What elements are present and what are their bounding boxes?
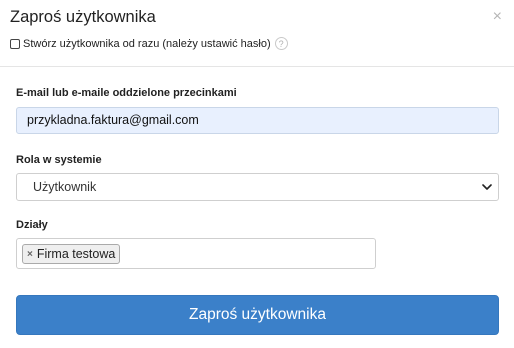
email-input[interactable]: przykladna.faktura@gmail.com	[16, 107, 499, 134]
departments-label: Działy	[16, 219, 48, 231]
dialog-header: Zaproś użytkownika × Stwórz użytkownika …	[0, 0, 514, 67]
chevron-down-icon	[482, 184, 492, 190]
departments-input[interactable]: × Firma testowa	[16, 238, 376, 269]
create-now-checkbox[interactable]	[10, 38, 20, 49]
close-icon[interactable]: ×	[493, 8, 502, 26]
invite-user-button[interactable]: Zaproś użytkownika	[16, 295, 499, 335]
role-select[interactable]: Użytkownik	[16, 173, 499, 201]
create-now-label[interactable]: Stwórz użytkownika od razu (należy ustaw…	[23, 38, 271, 50]
role-selected-value: Użytkownik	[33, 180, 97, 194]
help-icon[interactable]: ?	[274, 37, 288, 50]
department-tag-label: Firma testowa	[36, 247, 116, 261]
tag-remove-icon[interactable]: ×	[27, 249, 33, 260]
department-tag: × Firma testowa	[22, 244, 121, 264]
invite-user-dialog: Zaproś użytkownika × Stwórz użytkownika …	[0, 0, 514, 348]
email-label: E-mail lub e-maile oddzielone przecinkam…	[16, 87, 237, 99]
dialog-title: Zaproś użytkownika	[10, 8, 156, 26]
role-label: Rola w systemie	[16, 154, 102, 166]
create-now-option: Stwórz użytkownika od razu (należy ustaw…	[10, 37, 288, 50]
